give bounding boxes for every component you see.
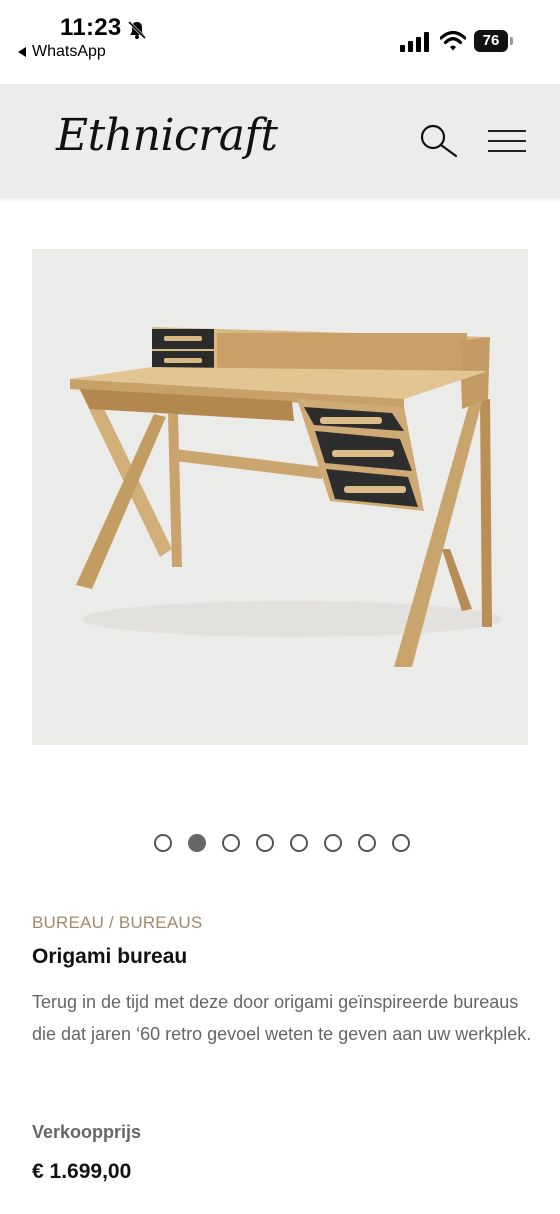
carousel-dot[interactable]: [290, 834, 308, 852]
search-icon[interactable]: [416, 122, 462, 158]
back-app-label: WhatsApp: [32, 43, 106, 60]
price-label: Verkoopprijs: [32, 1122, 142, 1142]
status-time: 11:23: [60, 14, 122, 41]
product-category-breadcrumb[interactable]: BUREAU / BUREAUS: [32, 913, 202, 933]
back-to-app-link[interactable]: WhatsApp: [18, 43, 106, 61]
back-arrow-icon: [18, 47, 26, 57]
carousel-dot[interactable]: [392, 834, 410, 852]
hamburger-menu-icon[interactable]: [486, 128, 528, 154]
carousel-dot[interactable]: [324, 834, 342, 852]
carousel-dot[interactable]: [222, 834, 240, 852]
brand-logo[interactable]: Ethnicraft: [56, 110, 278, 161]
product-price: € 1.699,00: [32, 1160, 132, 1183]
product-title: Origami bureau: [32, 945, 188, 968]
desk-illustration: [70, 327, 502, 667]
battery-icon: 76: [474, 30, 514, 52]
carousel-dot-active[interactable]: [188, 834, 206, 852]
carousel-dot[interactable]: [358, 834, 376, 852]
site-header: Ethnicraft: [0, 84, 560, 198]
carousel-dots: [0, 834, 560, 854]
menu-line: [488, 150, 526, 152]
carousel-dot[interactable]: [256, 834, 274, 852]
menu-line: [488, 130, 526, 132]
product-description: Terug in de tijd met deze door origami g…: [32, 992, 532, 1044]
menu-line: [488, 140, 526, 142]
battery-level: 76: [482, 32, 500, 49]
wifi-icon: [440, 30, 466, 51]
signal-icon: [400, 32, 429, 52]
bell-muted-icon: [127, 20, 147, 40]
status-bar: 11:23 WhatsApp 76: [0, 0, 560, 84]
battery-cap: [510, 37, 513, 45]
product-image[interactable]: [32, 249, 528, 745]
carousel-dot[interactable]: [154, 834, 172, 852]
